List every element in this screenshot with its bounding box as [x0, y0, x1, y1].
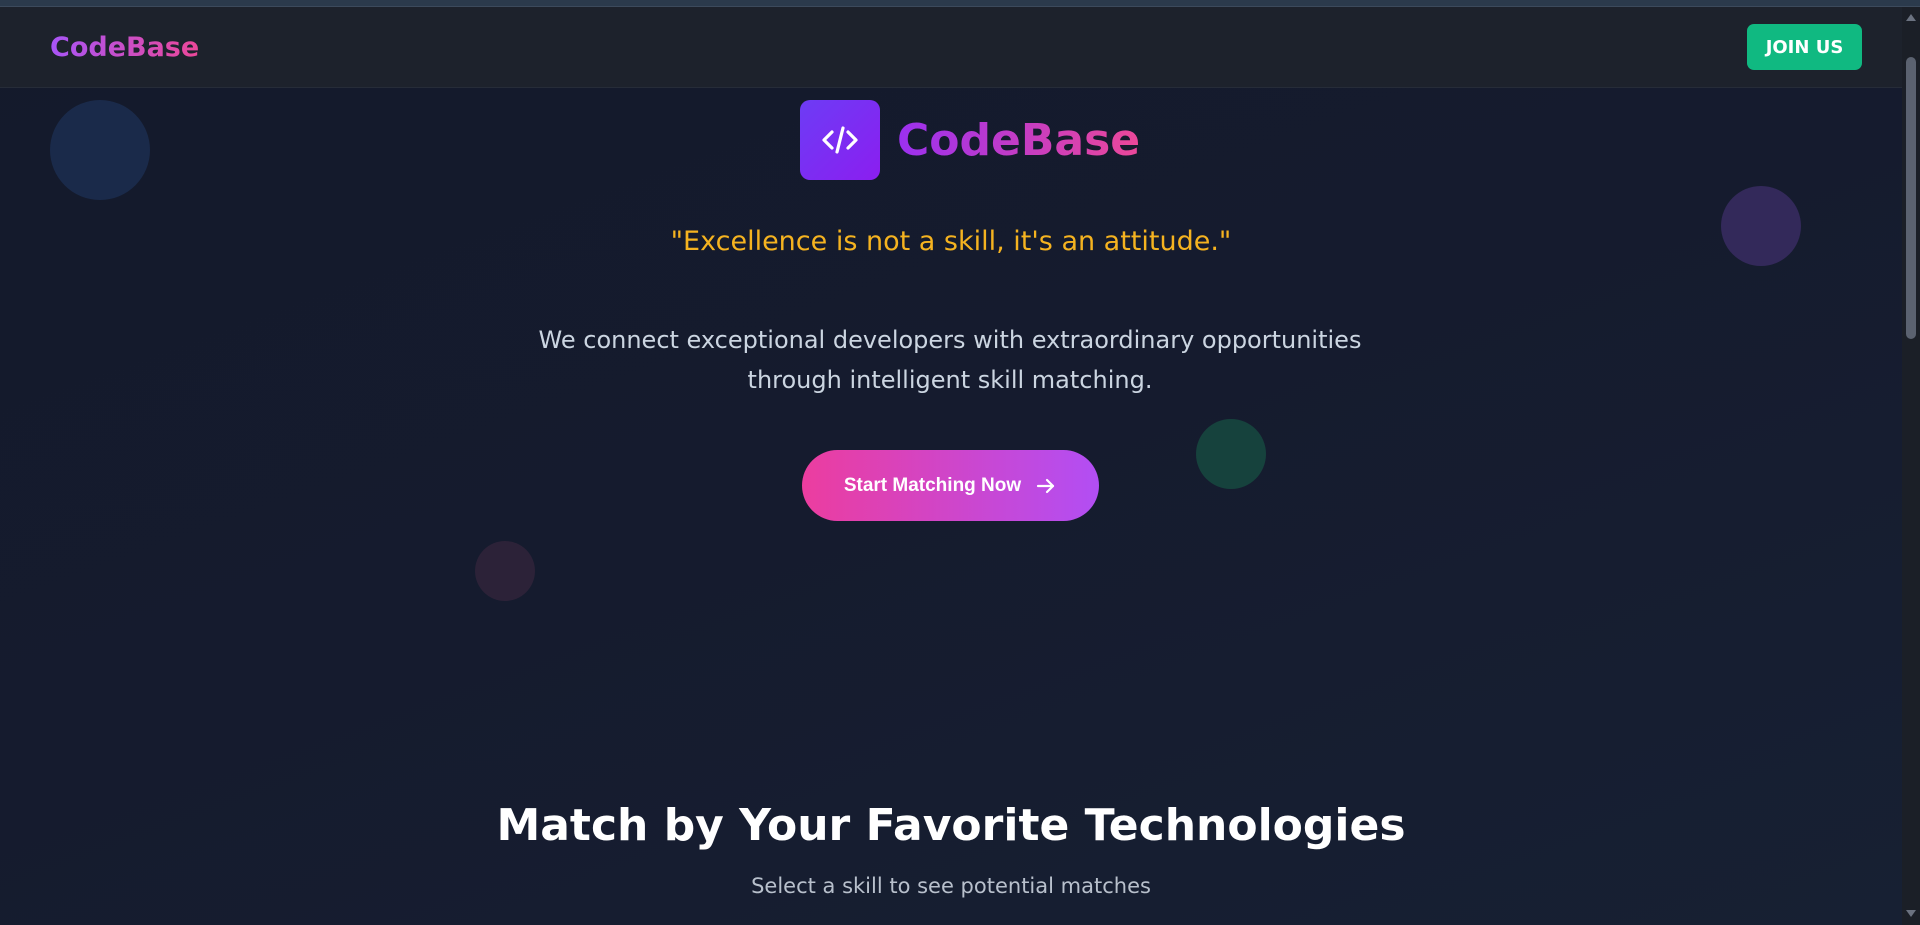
code-brackets-icon — [800, 100, 880, 180]
browser-top-edge — [0, 0, 1920, 7]
page-scrollbar[interactable] — [1902, 7, 1920, 925]
decorative-bubble-pink — [475, 541, 535, 601]
scroll-up-arrow-icon[interactable] — [1906, 14, 1916, 21]
skills-section-subtitle: Select a skill to see potential matches — [751, 874, 1151, 898]
nav-brand-logo[interactable]: CodeBase — [50, 32, 199, 63]
arrow-right-icon — [1037, 478, 1055, 493]
hero-brand-title: CodeBase — [897, 114, 1141, 166]
scroll-down-arrow-icon[interactable] — [1906, 910, 1916, 917]
hero-logo: CodeBase — [800, 100, 1140, 180]
skills-section-title: Match by Your Favorite Technologies — [496, 800, 1406, 851]
navbar: CodeBase JOIN US — [0, 7, 1902, 88]
start-matching-button[interactable]: Start Matching Now — [802, 450, 1099, 521]
decorative-bubble-blue — [50, 100, 150, 200]
hero-description: We connect exceptional developers with e… — [538, 326, 1362, 394]
start-matching-label: Start Matching Now — [843, 474, 1022, 496]
scrollbar-thumb[interactable] — [1906, 57, 1916, 339]
hero-quote: "Excellence is not a skill, it's an atti… — [670, 226, 1232, 257]
decorative-bubble-green — [1196, 419, 1266, 489]
join-us-button[interactable]: JOIN US — [1747, 24, 1862, 70]
